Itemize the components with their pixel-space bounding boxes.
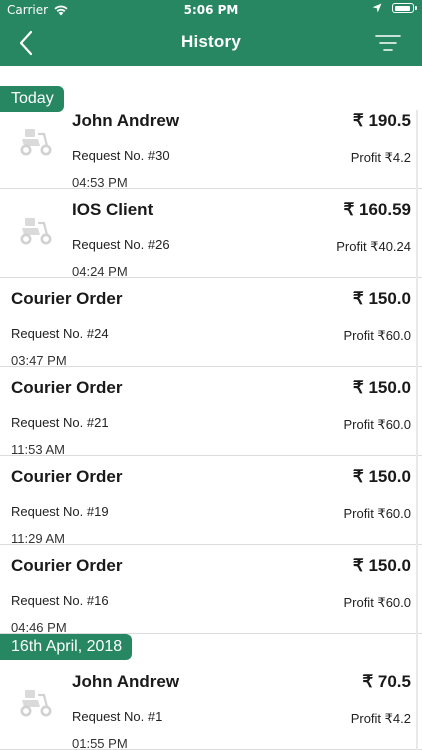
status-time: 5:06 PM <box>183 3 239 17</box>
customer-name: John Andrew <box>72 672 180 691</box>
history-row[interactable]: John Andrew Request No. #30 04:53 PM ₹ 1… <box>0 100 422 190</box>
request-number: Request No. #30 <box>72 148 170 163</box>
app-screen: Carrier 5:06 PM History Today John Andre… <box>0 0 422 750</box>
history-row[interactable]: John Andrew Request No. #1 01:55 PM ₹ 70… <box>0 661 422 750</box>
status-right <box>372 3 417 13</box>
order-amount: ₹ 150.0 <box>352 467 411 486</box>
status-bar: Carrier 5:06 PM <box>0 0 422 22</box>
request-time: 01:55 PM <box>72 736 128 750</box>
scroll-indicator[interactable] <box>416 110 418 750</box>
request-time: 04:24 PM <box>72 264 128 279</box>
order-profit: Profit ₹40.24 <box>336 239 411 254</box>
request-time: 04:46 PM <box>11 620 67 635</box>
request-time: 11:29 AM <box>11 531 65 546</box>
request-time: 04:53 PM <box>72 175 128 190</box>
request-number: Request No. #24 <box>11 326 109 341</box>
history-row[interactable]: Courier Order Request No. #19 11:29 AM ₹… <box>0 456 422 546</box>
history-row[interactable]: Courier Order Request No. #16 04:46 PM ₹… <box>0 545 422 635</box>
order-amount: ₹ 190.5 <box>352 111 411 130</box>
section-header-today: Today <box>0 86 64 112</box>
order-title: Courier Order <box>11 467 123 486</box>
request-number: Request No. #16 <box>11 593 109 608</box>
order-amount: ₹ 160.59 <box>343 200 411 219</box>
page-title: History <box>181 32 241 51</box>
order-amount: ₹ 150.0 <box>352 378 411 397</box>
history-list[interactable]: Today John Andrew Request No. #30 04:53 … <box>0 66 422 750</box>
order-title: Courier Order <box>11 289 123 308</box>
filter-icon <box>375 35 401 51</box>
order-profit: Profit ₹60.0 <box>343 595 411 610</box>
order-profit: Profit ₹4.2 <box>350 711 411 726</box>
request-number: Request No. #19 <box>11 504 109 519</box>
history-row[interactable]: Courier Order Request No. #24 03:47 PM ₹… <box>0 278 422 368</box>
order-amount: ₹ 70.5 <box>362 672 411 691</box>
order-profit: Profit ₹60.0 <box>343 506 411 521</box>
nav-bar: History <box>0 22 422 66</box>
request-time: 11:53 AM <box>11 442 65 457</box>
section-header-date: 16th April, 2018 <box>0 634 133 660</box>
order-profit: Profit ₹4.2 <box>350 150 411 165</box>
location-arrow-icon <box>372 3 382 13</box>
order-amount: ₹ 150.0 <box>352 289 411 308</box>
battery-icon <box>392 3 417 13</box>
history-row[interactable]: IOS Client Request No. #26 04:24 PM ₹ 16… <box>0 189 422 279</box>
scooter-icon <box>20 129 52 156</box>
request-number: Request No. #26 <box>72 237 170 252</box>
customer-name: John Andrew <box>72 111 180 130</box>
history-row[interactable]: Courier Order Request No. #21 11:53 AM ₹… <box>0 367 422 457</box>
order-amount: ₹ 150.0 <box>352 556 411 575</box>
request-time: 03:47 PM <box>11 353 67 368</box>
order-title: Courier Order <box>11 378 123 397</box>
order-title: Courier Order <box>11 556 123 575</box>
order-profit: Profit ₹60.0 <box>343 328 411 343</box>
request-number: Request No. #21 <box>11 415 109 430</box>
customer-name: IOS Client <box>72 200 154 219</box>
scooter-icon <box>20 690 52 717</box>
filter-button[interactable] <box>374 33 402 55</box>
scooter-icon <box>20 218 52 245</box>
order-profit: Profit ₹60.0 <box>343 417 411 432</box>
header: Carrier 5:06 PM History <box>0 0 422 66</box>
request-number: Request No. #1 <box>72 709 163 724</box>
